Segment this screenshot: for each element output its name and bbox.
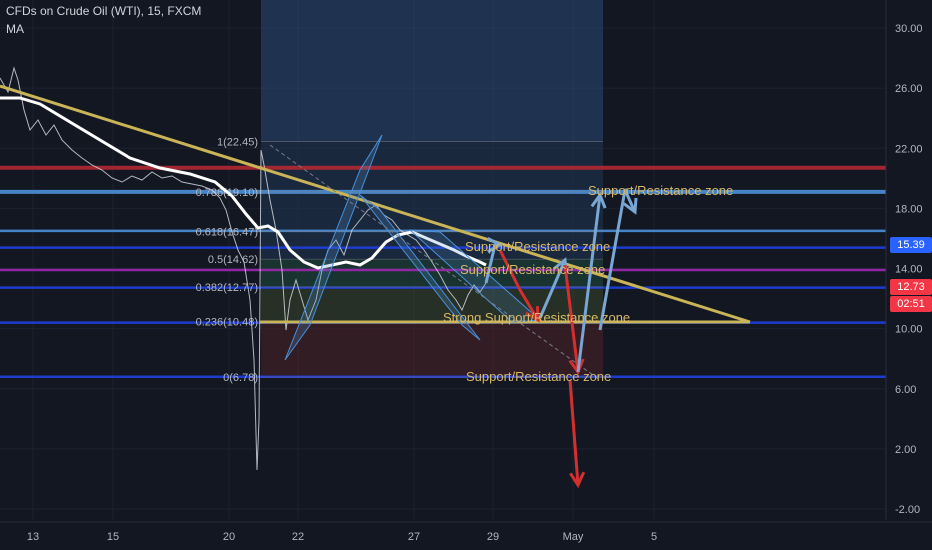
x-tick-label: 5	[651, 531, 657, 543]
y-tick-label: 18.00	[895, 203, 923, 215]
fib-level-label: 1(22.45)	[217, 136, 258, 148]
x-tick-label: 20	[223, 531, 235, 543]
x-tick-label: 13	[27, 531, 39, 543]
last-price-tag: 15.39	[890, 237, 932, 253]
bear-arrow-3	[568, 379, 580, 486]
projection-box	[261, 0, 603, 142]
x-tick-label: 29	[487, 531, 499, 543]
x-tick-label: May	[563, 531, 584, 543]
indicator-label: MA	[6, 22, 24, 36]
y-tick-label: 30.00	[895, 23, 923, 35]
y-tick-label: 6.00	[895, 384, 916, 396]
zone-annotation: Support/Resistance zone	[588, 183, 733, 198]
fib-level-label: 0.5(14.62)	[208, 254, 258, 266]
chart-canvas[interactable]: 1(22.45)0.786(19.10)0.618(16.47)0.5(14.6…	[0, 0, 932, 550]
fib-level-label: 0.236(10.48)	[196, 316, 258, 328]
zone-annotation: Support/Resistance zone	[466, 369, 611, 384]
fib-level-label: 0.618(16.47)	[196, 226, 258, 238]
bull-arrow-4	[598, 188, 637, 331]
x-tick-label: 15	[107, 531, 119, 543]
y-tick-label: 26.00	[895, 83, 923, 95]
y-tick-label: 10.00	[895, 324, 923, 336]
x-tick-label: 22	[292, 531, 304, 543]
fib-level-label: 0(6.78)	[223, 372, 258, 384]
current-price-tag: 12.73	[890, 279, 932, 295]
countdown-tag: 02:51	[890, 296, 932, 312]
y-tick-label: 14.00	[895, 264, 923, 276]
zone-annotation: Support/Resistance zone	[460, 262, 605, 277]
zone-annotation: Strong Support/Resistance zone	[443, 310, 630, 325]
zone-annotation: Support/Resistance zone	[465, 239, 610, 254]
symbol-title: CFDs on Crude Oil (WTI), 15, FXCM	[6, 4, 202, 18]
y-tick-label: -2.00	[895, 504, 920, 516]
y-tick-label: 2.00	[895, 444, 916, 456]
x-tick-label: 27	[408, 531, 420, 543]
y-tick-label: 22.00	[895, 143, 923, 155]
